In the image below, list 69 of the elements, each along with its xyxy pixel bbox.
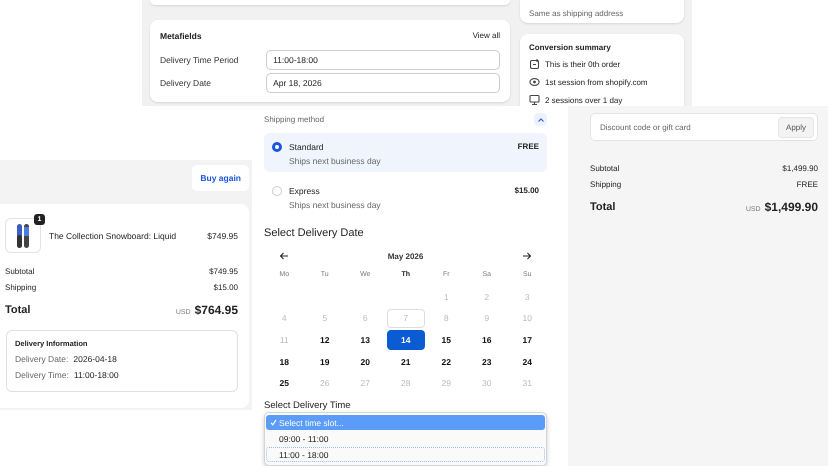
subtotal-label: Subtotal [590, 164, 620, 172]
screen-icon [529, 94, 540, 106]
calendar-day[interactable]: 14 [386, 330, 425, 350]
collapse-button[interactable] [534, 113, 547, 126]
snowboard-icon [16, 222, 30, 248]
calendar-day[interactable]: 17 [508, 330, 546, 350]
text-field[interactable]: Apr 18, 2026 [266, 72, 500, 92]
field-label: Delivery Date [160, 78, 212, 88]
shipping-option[interactable]: Express Ships next business day $15.00 [264, 177, 547, 217]
view-all-link[interactable]: View all [472, 31, 500, 41]
shipping-option[interactable]: Standard Ships next business day FREE [264, 132, 547, 172]
info-label: Delivery Time: [15, 370, 69, 380]
section-title: Select Delivery Time [264, 400, 352, 412]
calendar-day[interactable]: 22 [427, 352, 466, 372]
calendar-day[interactable]: 13 [346, 330, 384, 350]
calendar-day[interactable]: 19 [306, 352, 344, 372]
calendar-day[interactable]: 20 [346, 352, 384, 372]
apply-button[interactable]: Apply [778, 116, 814, 138]
arrow-right-icon [522, 252, 532, 260]
product-name: The Collection Snowboard: Liquid [49, 230, 178, 240]
product-price: $749.95 [207, 230, 238, 240]
calendar-day[interactable]: 16 [468, 330, 506, 350]
subtotal-label: Subtotal [5, 266, 34, 276]
calendar-day[interactable]: 23 [468, 352, 506, 372]
calendar-day[interactable]: 25 [265, 374, 304, 394]
dropdown-option[interactable]: 11:00 - 18:00 [266, 447, 545, 462]
shipping-label: Shipping [5, 282, 36, 292]
calendar-day[interactable]: 15 [427, 330, 466, 350]
card-title: Conversion summary [529, 43, 612, 52]
option-price: $15.00 [514, 186, 539, 196]
calendar-day[interactable]: 21 [386, 352, 425, 372]
section-title: Select Delivery Date [264, 226, 365, 240]
radio-button[interactable] [272, 142, 282, 152]
buy-again-button[interactable]: Buy again [192, 165, 249, 191]
conversion-text: This is their 0th order [545, 60, 620, 68]
option-name: Standard [289, 142, 324, 152]
calendar-day[interactable]: 24 [508, 352, 546, 372]
total-value: $764.95 [194, 303, 238, 317]
total-label: Total [590, 201, 616, 213]
calendar-day[interactable]: 12 [306, 330, 344, 350]
arrow-left-icon [279, 252, 289, 260]
total-value: $1,499.90 [764, 200, 818, 214]
discount-field[interactable]: Discount code or gift card Apply [590, 113, 818, 141]
conversion-text: 2 sessions over 1 day [545, 96, 622, 104]
month-title: May 2026 [388, 252, 424, 261]
option-note: Ships next business day [289, 156, 382, 166]
shipping-label: Shipping [590, 180, 622, 188]
check-icon [270, 419, 277, 426]
field-label: Delivery Time Period [160, 54, 240, 64]
info-value: 11:00-18:00 [74, 370, 119, 380]
option-note: Ships next business day [289, 200, 382, 210]
eye-icon [529, 76, 540, 88]
dropdown-option[interactable]: 09:00 - 11:00 [266, 431, 545, 446]
option-name: Express [289, 186, 321, 196]
option-price: FREE [518, 142, 539, 151]
order-icon [529, 58, 540, 70]
calendar-day[interactable]: 18 [265, 352, 304, 372]
billing-address-text: Same as shipping address [529, 9, 624, 18]
info-value: 2026-04-18 [73, 354, 117, 364]
text-field[interactable]: 11:00-18:00 [266, 50, 500, 70]
shipping-value: FREE [796, 180, 818, 188]
info-label: Delivery Date: [15, 354, 68, 364]
conversion-text: 1st session from shopify.com [545, 78, 648, 86]
subtotal-value: $1,499.90 [782, 164, 818, 172]
section-title: Shipping method [264, 115, 324, 124]
shipping-value: $15.00 [214, 282, 238, 292]
subtotal-value: $749.95 [209, 266, 238, 276]
total-label: Total [5, 304, 30, 316]
card-title: Metafields [160, 31, 202, 41]
